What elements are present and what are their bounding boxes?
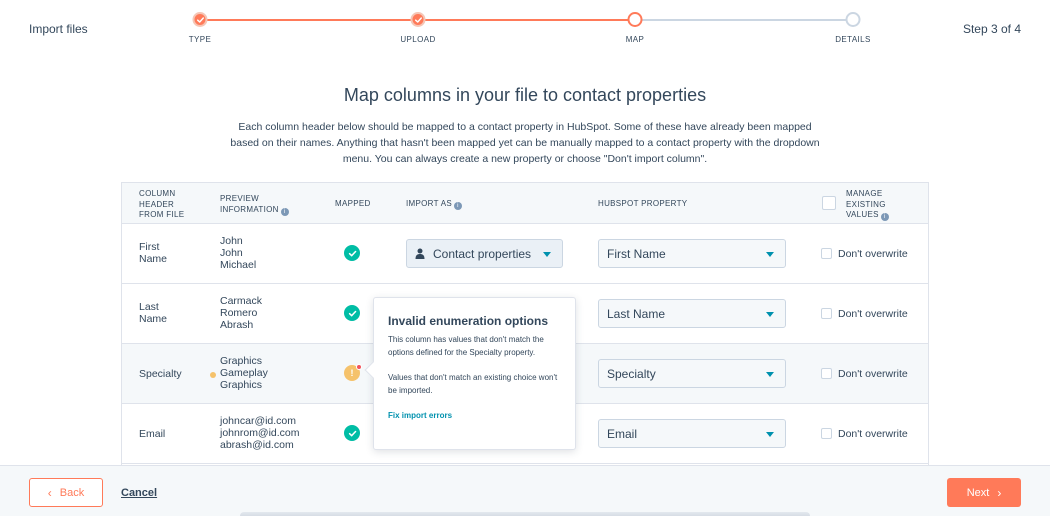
hubspot-property-dropdown[interactable]: Last Name	[598, 299, 786, 328]
table-row: First Name John John Michael Contact pro…	[122, 224, 928, 284]
mapped-check-icon	[344, 245, 360, 261]
dont-overwrite-label: Don't overwrite	[838, 248, 908, 260]
step-upload-label: UPLOAD	[400, 35, 436, 44]
chevron-right-icon: ›	[997, 485, 1002, 500]
mapping-warning-icon[interactable]: !	[344, 364, 362, 381]
step-details-pending-icon	[845, 12, 861, 27]
error-badge-icon	[356, 364, 362, 370]
invalid-options-popover: Invalid enumeration options This column …	[364, 297, 576, 450]
stepper-remaining-line	[635, 19, 853, 21]
back-label: Back	[59, 486, 85, 499]
popover-text-2: Values that don't match an existing choi…	[388, 373, 558, 395]
import-title: Import files	[29, 22, 88, 36]
step-type-checkmark-icon	[192, 12, 208, 27]
column-header-cell: Last Name	[139, 301, 168, 325]
column-header-cell: First Name	[139, 241, 168, 265]
dont-overwrite-label: Don't overwrite	[838, 428, 908, 440]
popover-text-1: This column has values that don't match …	[388, 335, 544, 357]
mapped-check-icon	[344, 425, 360, 441]
fix-import-errors-link[interactable]: Fix import errors	[388, 411, 452, 420]
table-header: COLUMN HEADER FROM FILE PREVIEW INFORMAT…	[122, 182, 928, 224]
chevron-down-icon	[766, 312, 774, 317]
back-button[interactable]: ‹ Back	[29, 478, 103, 507]
contact-person-icon	[415, 248, 425, 259]
preview-value: John	[220, 235, 243, 247]
page-title: Map columns in your file to contact prop…	[343, 85, 707, 105]
hubspot-property-value: Last Name	[607, 306, 666, 321]
dont-overwrite-checkbox[interactable]	[821, 428, 832, 439]
step-upload-checkmark-icon	[410, 12, 426, 27]
hubspot-property-dropdown[interactable]: Specialty	[598, 359, 786, 388]
hubspot-property-value: Specialty	[607, 366, 656, 381]
manage-existing-select-all-checkbox[interactable]	[822, 196, 836, 210]
bottom-edge-bar	[240, 512, 810, 516]
dont-overwrite-checkbox[interactable]	[821, 308, 832, 319]
footer-bar: ‹ Back Cancel Next ›	[0, 465, 1050, 516]
header-import-as: IMPORT AS i	[406, 199, 462, 210]
next-button[interactable]: Next ›	[947, 478, 1021, 507]
import-stepper-header: Import files TYPE UPLOAD MAP DETAILS Ste…	[0, 0, 1050, 56]
preview-value: abrash@id.com	[220, 439, 294, 451]
dont-overwrite-label: Don't overwrite	[838, 368, 908, 380]
chevron-down-icon	[766, 372, 774, 377]
warning-glyph: !	[350, 368, 354, 378]
header-column-from-file: COLUMN HEADER FROM FILE	[139, 189, 185, 219]
header-preview: PREVIEW INFORMATION i	[220, 194, 300, 216]
import-as-value: Contact properties	[433, 246, 532, 261]
chevron-left-icon: ‹	[47, 485, 52, 500]
next-label: Next	[966, 486, 990, 499]
dont-overwrite-checkbox[interactable]	[821, 368, 832, 379]
preview-value: johncar@id.com	[220, 415, 297, 427]
hubspot-property-value: First Name	[607, 246, 666, 261]
preview-value: Carmack	[220, 295, 263, 307]
header-preview-label: PREVIEW INFORMATION	[220, 194, 279, 214]
preview-cell: Carmack Romero Abrash	[220, 295, 262, 331]
warning-dot-icon	[210, 372, 216, 378]
import-as-dropdown[interactable]: Contact properties	[406, 239, 563, 268]
header-import-as-label: IMPORT AS	[406, 199, 452, 208]
step-count: Step 3 of 4	[962, 22, 1021, 36]
header-manage-existing: MANAGE EXISTING VALUES i	[846, 189, 906, 221]
preview-value: Graphics	[220, 355, 263, 367]
hubspot-property-dropdown[interactable]: First Name	[598, 239, 786, 268]
preview-value: Romero	[220, 307, 258, 319]
preview-value: John	[220, 247, 243, 259]
header-hubspot-property: HUBSPOT PROPERTY	[598, 199, 688, 208]
hubspot-property-dropdown[interactable]: Email	[598, 419, 786, 448]
preview-value: Michael	[220, 259, 257, 271]
column-header-cell: Email	[139, 428, 166, 440]
step-details-label: DETAILS	[835, 35, 871, 44]
preview-value: Abrash	[220, 319, 254, 331]
dont-overwrite-label: Don't overwrite	[838, 308, 908, 320]
chevron-down-icon	[543, 252, 551, 257]
info-icon[interactable]: i	[280, 207, 289, 216]
popover-title: Invalid enumeration options	[388, 314, 549, 328]
info-icon[interactable]: i	[453, 202, 462, 210]
hubspot-property-value: Email	[607, 426, 638, 441]
preview-cell: johncar@id.com johnrom@id.com abrash@id.…	[220, 415, 300, 451]
preview-value: Gameplay	[220, 367, 268, 379]
info-icon[interactable]: i	[880, 213, 889, 221]
preview-value: johnrom@id.com	[220, 427, 300, 439]
preview-value: Graphics	[220, 379, 263, 391]
header-manage-existing-label: MANAGE EXISTING VALUES	[846, 189, 886, 219]
step-type-label: TYPE	[188, 35, 212, 44]
step-map-label: MAP	[625, 35, 645, 44]
column-header-cell: Specialty	[139, 368, 182, 380]
chevron-down-icon	[766, 252, 774, 257]
step-map-current-icon	[627, 12, 643, 27]
mapped-check-icon	[344, 305, 360, 321]
preview-cell: Graphics Gameplay Graphics	[220, 355, 268, 391]
preview-cell: John John Michael	[220, 235, 256, 271]
cancel-button[interactable]: Cancel	[121, 487, 157, 499]
header-mapped: MAPPED	[335, 199, 371, 208]
dont-overwrite-checkbox[interactable]	[821, 248, 832, 259]
chevron-down-icon	[766, 432, 774, 437]
intro-text: Each column header below should be mappe…	[230, 121, 820, 165]
